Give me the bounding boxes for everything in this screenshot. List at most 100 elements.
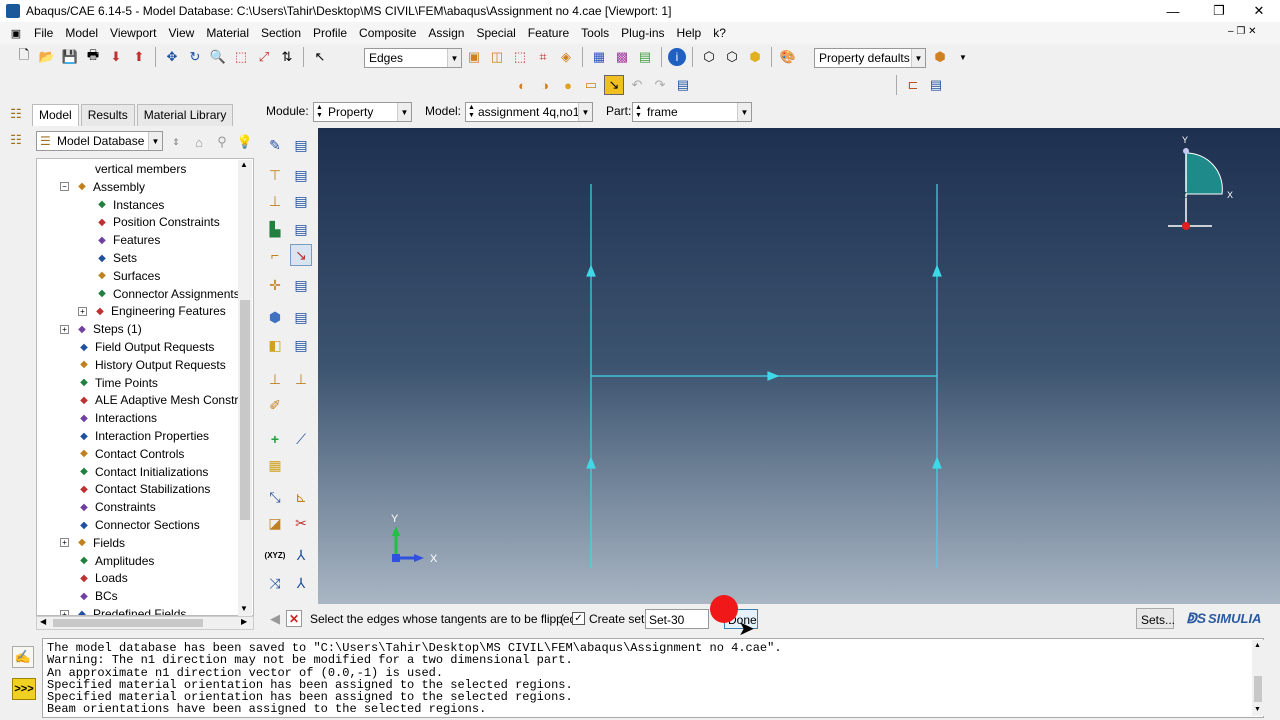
scroll-right-icon[interactable]: ▶ bbox=[241, 617, 247, 626]
create-set-checkbox[interactable]: ✓ bbox=[572, 612, 585, 625]
part-select[interactable]: ▲ ▼ frame ▼ bbox=[632, 102, 752, 122]
tree-item[interactable]: ◆ Contact Controls bbox=[77, 445, 184, 463]
scroll-up-icon[interactable]: ▲ bbox=[240, 160, 248, 169]
spinner-icon[interactable]: ▲ ▼ bbox=[316, 104, 323, 120]
menu-composite[interactable]: Composite bbox=[357, 26, 418, 40]
tree-toggle-icon[interactable]: ⊏ bbox=[903, 75, 923, 95]
tree-item[interactable]: ◆ ALE Adaptive Mesh Constra bbox=[77, 391, 245, 409]
chevron-down-icon[interactable]: ▼ bbox=[911, 49, 925, 67]
tree-item[interactable]: ◆ Connector Sections bbox=[77, 516, 200, 534]
model-database-select[interactable]: ☰ Model Database ▼ bbox=[36, 131, 163, 151]
box-zoom-icon[interactable]: ⬚ bbox=[231, 47, 251, 67]
partition-edge-icon[interactable]: ⊾ bbox=[290, 486, 312, 508]
mesh-display-icon[interactable]: ▦ bbox=[589, 47, 609, 67]
sets-button[interactable]: Sets... bbox=[1136, 608, 1175, 629]
orientation-manager-icon[interactable]: ▤ bbox=[290, 274, 312, 296]
scroll-thumb[interactable] bbox=[240, 300, 250, 520]
undo-icon[interactable]: ↶ bbox=[627, 75, 647, 95]
part-display-icon[interactable]: ⬢ bbox=[930, 47, 950, 67]
view-3d-icon[interactable]: ⬢ bbox=[745, 47, 765, 67]
minimize-button[interactable]: — bbox=[1150, 0, 1196, 22]
section-manager-icon[interactable]: ▤ bbox=[290, 164, 312, 186]
tree-item[interactable]: ◆ Field Output Requests bbox=[77, 338, 214, 356]
menu-material[interactable]: Material bbox=[204, 26, 251, 40]
menu-section[interactable]: Section bbox=[259, 26, 303, 40]
tree-item[interactable]: ◆ Amplitudes bbox=[77, 552, 154, 570]
new-file-icon[interactable]: 🗋 bbox=[14, 47, 34, 67]
composite-manager-icon[interactable]: ▤ bbox=[290, 306, 312, 328]
sort-icon[interactable]: ⇕ bbox=[166, 132, 186, 152]
tree-item[interactable]: ◆ Interaction Properties bbox=[77, 427, 209, 445]
module-select[interactable]: ▲ ▼ Property ▼ bbox=[313, 102, 412, 122]
tree-item[interactable]: ◆ Instances bbox=[95, 196, 164, 214]
menu-special[interactable]: Special bbox=[474, 26, 517, 40]
menu-help[interactable]: Help bbox=[675, 26, 704, 40]
special-springs-icon[interactable]: ⊥ bbox=[290, 368, 312, 390]
context-help-icon[interactable]: k? bbox=[711, 26, 728, 40]
hscroll-thumb[interactable] bbox=[53, 619, 203, 627]
expand-icon[interactable]: + bbox=[60, 324, 69, 334]
select-from-interior-icon[interactable]: ▣ bbox=[464, 47, 484, 67]
rectangle-drag-icon[interactable]: ⬚ bbox=[510, 47, 530, 67]
viewport[interactable]: Y X Y X Z bbox=[318, 128, 1280, 604]
create-material-icon[interactable]: ✎ bbox=[264, 134, 286, 156]
back-arrow-icon[interactable]: ◀ bbox=[266, 610, 284, 628]
tree-item[interactable]: ◆ Sets bbox=[95, 249, 137, 267]
tree-item[interactable]: ◆ Surfaces bbox=[95, 267, 160, 285]
assign-material-orientation-icon[interactable]: ✛ bbox=[264, 274, 286, 296]
redo-icon[interactable]: ↷ bbox=[650, 75, 670, 95]
section-assignment-manager-icon[interactable]: ▤ bbox=[290, 218, 312, 240]
shaded-icon[interactable]: ▤ bbox=[635, 47, 655, 67]
menu-assign[interactable]: Assign bbox=[426, 26, 466, 40]
tree-item[interactable]: ◆ Contact Stabilizations bbox=[77, 480, 210, 498]
chevron-down-icon[interactable]: ▼ bbox=[737, 103, 751, 121]
folder-up-icon[interactable]: ⌂ bbox=[189, 132, 209, 152]
save-icon[interactable]: 💾 bbox=[60, 47, 80, 67]
menu-tools[interactable]: Tools bbox=[579, 26, 611, 40]
zoom-icon[interactable]: 🔍 bbox=[208, 47, 228, 67]
tree-item[interactable]: − ◆ Assembly bbox=[60, 178, 145, 196]
cut-plane-icon[interactable]: ◐ bbox=[512, 75, 532, 95]
menu-profile[interactable]: Profile bbox=[311, 26, 349, 40]
flip-tangent-icon[interactable]: ↘ bbox=[290, 244, 312, 266]
tree-item[interactable]: ◆ Features bbox=[95, 231, 160, 249]
spinner-icon[interactable]: ▲ ▼ bbox=[635, 104, 642, 120]
tree-hscrollbar[interactable]: ◀ ▶ bbox=[36, 616, 254, 630]
chevron-down-icon[interactable]: ▼ bbox=[148, 132, 162, 150]
ladder-icon[interactable]: ☷ bbox=[6, 104, 26, 124]
collapse-icon[interactable]: − bbox=[60, 182, 69, 192]
view-iso-icon[interactable]: ⬡ bbox=[699, 47, 719, 67]
skin-manager-icon[interactable]: ▤ bbox=[290, 334, 312, 356]
scroll-down-icon[interactable]: ▼ bbox=[240, 604, 248, 613]
tab-results[interactable]: Results bbox=[80, 104, 135, 126]
expand-icon[interactable]: + bbox=[60, 538, 69, 548]
special-inertia-icon[interactable]: ⊥ bbox=[264, 368, 286, 390]
cut-sphere-icon[interactable]: ◑ bbox=[535, 75, 555, 95]
selection-filter-select[interactable]: Edges ▼ bbox=[364, 48, 462, 68]
transform-icon[interactable]: ⅄ bbox=[290, 572, 312, 594]
measure-icon[interactable]: ⤨ bbox=[264, 572, 286, 594]
filter-icon[interactable]: ⚲ bbox=[212, 132, 232, 152]
assign-section-icon[interactable]: ▙ bbox=[264, 218, 286, 240]
tree-item[interactable]: + ◆ Steps (1) bbox=[60, 320, 142, 338]
chevron-down-icon[interactable]: ▼ bbox=[447, 49, 461, 67]
tree-item[interactable]: + ◆ Predefined Fields bbox=[60, 605, 186, 615]
frame-part[interactable] bbox=[586, 184, 942, 568]
render-style-select[interactable]: Property defaults ▼ bbox=[814, 48, 926, 68]
chevron-down-icon[interactable]: ▼ bbox=[578, 103, 592, 121]
scroll-thumb[interactable] bbox=[1254, 676, 1262, 702]
create-skin-icon[interactable]: ◧ bbox=[264, 334, 286, 356]
auto-fit-icon[interactable]: ⤢ bbox=[254, 47, 274, 67]
rotate-icon[interactable]: ↻ bbox=[185, 47, 205, 67]
tree-item[interactable]: vertical members bbox=[95, 160, 186, 178]
scroll-up-icon[interactable]: ▲ bbox=[1254, 642, 1261, 649]
partition-face-icon[interactable]: ◪ bbox=[264, 512, 286, 534]
tree-item[interactable]: ◆ Constraints bbox=[77, 498, 156, 516]
export-icon[interactable]: ⬆ bbox=[129, 47, 149, 67]
view-front-icon[interactable]: ⬡ bbox=[722, 47, 742, 67]
expand-icon[interactable]: + bbox=[78, 306, 87, 316]
scroll-left-icon[interactable]: ◀ bbox=[40, 617, 46, 626]
info-icon[interactable]: i bbox=[668, 48, 686, 66]
datum-point-icon[interactable]: + bbox=[264, 428, 286, 450]
partition-cell-icon[interactable]: ✂ bbox=[290, 512, 312, 534]
